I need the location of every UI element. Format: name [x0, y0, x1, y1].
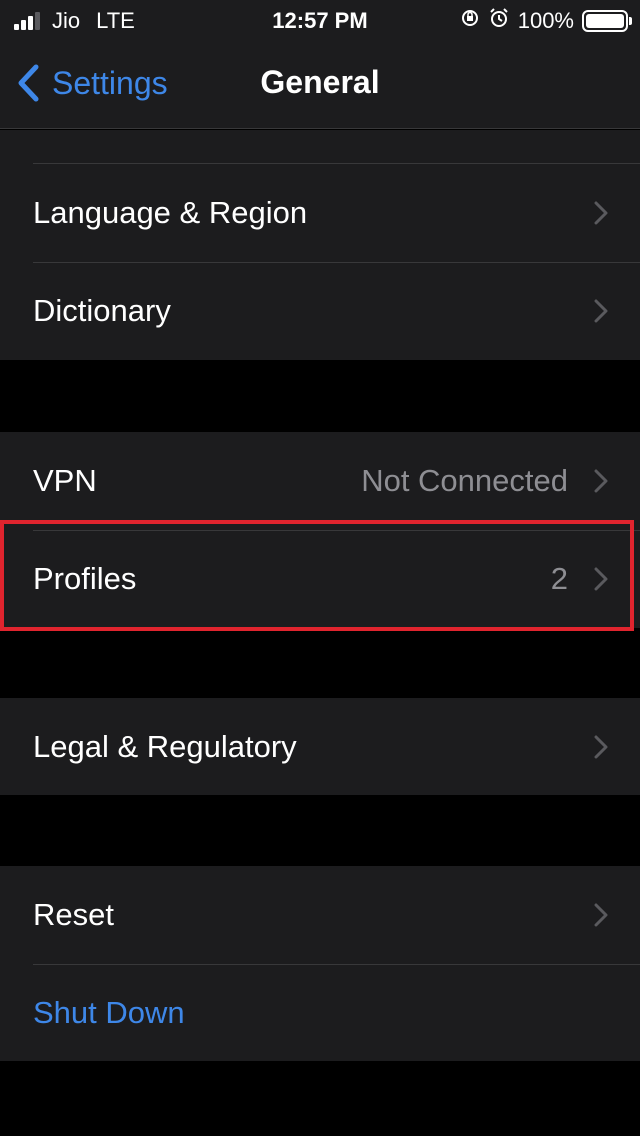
chevron-left-icon [18, 64, 39, 102]
row-label: Language & Region [33, 195, 308, 230]
chevron-right-icon [594, 567, 608, 591]
row-label: Reset [33, 897, 114, 932]
navigation-bar: Settings General [0, 40, 640, 129]
profiles-count: 2 [550, 561, 568, 596]
vpn-row[interactable]: VPN Not Connected [0, 432, 640, 530]
legal-regulatory-row[interactable]: Legal & Regulatory [0, 698, 640, 796]
back-button-label: Settings [52, 64, 168, 101]
row-label: VPN [33, 463, 97, 498]
reset-row[interactable]: Reset [0, 866, 640, 964]
row-label: Profiles [33, 561, 137, 596]
vpn-status: Not Connected [361, 463, 568, 498]
back-button[interactable]: Settings [16, 62, 168, 104]
shut-down-label: Shut Down [33, 995, 185, 1030]
status-right: 100% [460, 7, 632, 35]
battery-icon [582, 10, 632, 32]
row-label: Dictionary [33, 293, 171, 328]
settings-group-network: VPN Not Connected Profiles 2 [0, 432, 640, 628]
chevron-right-icon [594, 469, 608, 493]
row-label: Legal & Regulatory [33, 729, 297, 764]
status-bar: Jio LTE 12:57 PM 100% [0, 0, 640, 40]
settings-group-reset: Reset Shut Down [0, 866, 640, 1061]
settings-group-language: Language & Region Dictionary [0, 130, 640, 360]
orientation-lock-icon [460, 8, 480, 34]
chevron-right-icon [594, 201, 608, 225]
settings-group-legal: Legal & Regulatory [0, 698, 640, 795]
chevron-right-icon [594, 299, 608, 323]
alarm-icon [488, 7, 510, 35]
dictionary-row[interactable]: Dictionary [0, 262, 640, 360]
shut-down-button[interactable]: Shut Down [0, 964, 640, 1062]
language-region-row[interactable]: Language & Region [0, 164, 640, 262]
chevron-right-icon [594, 903, 608, 927]
chevron-right-icon [594, 735, 608, 759]
profiles-row[interactable]: Profiles 2 [0, 530, 640, 628]
battery-percent: 100% [517, 8, 574, 33]
